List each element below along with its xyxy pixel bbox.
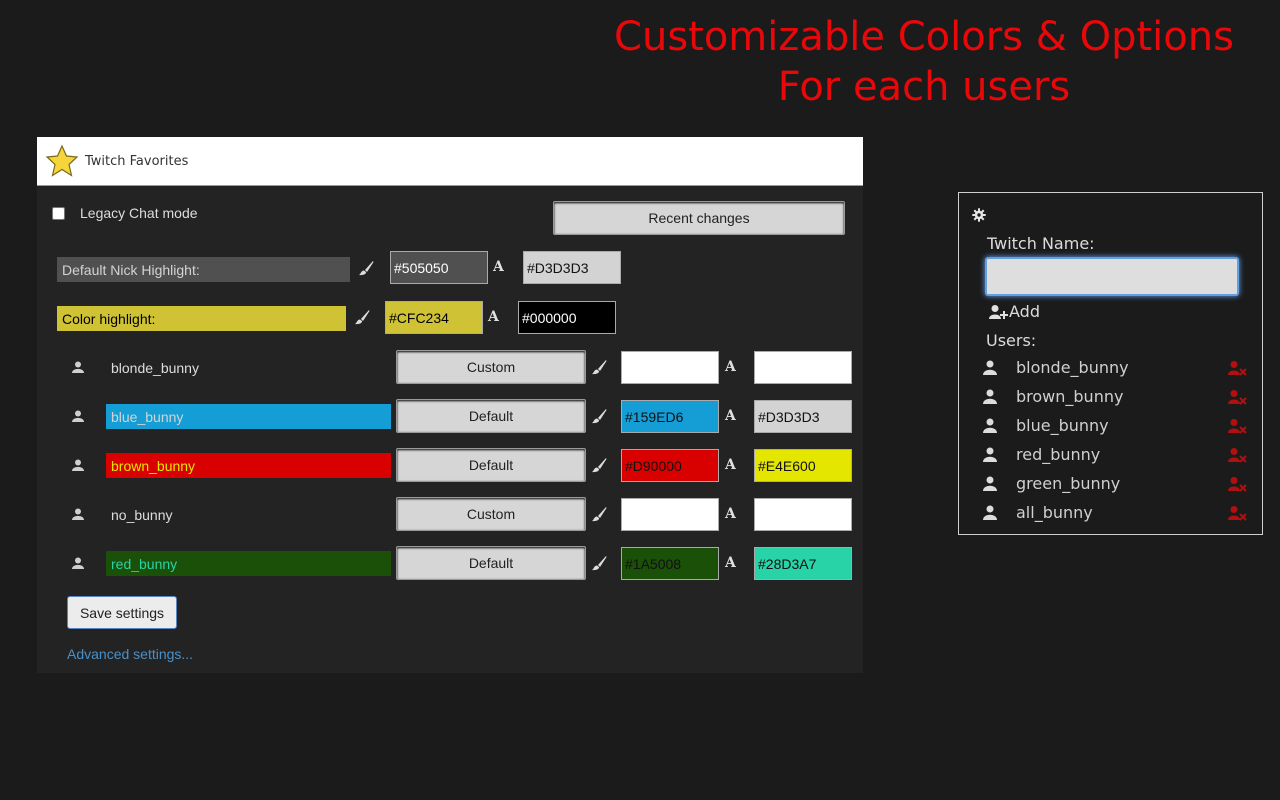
remove-user-icon[interactable]	[1228, 505, 1248, 521]
user-icon	[72, 557, 84, 569]
remove-user-icon[interactable]	[1228, 389, 1248, 405]
default-nick-fg-color-input[interactable]: #D3D3D3	[523, 251, 621, 284]
remove-user-icon[interactable]	[1228, 476, 1248, 492]
user-nick-preview: blue_bunny	[106, 404, 391, 429]
advanced-settings-link[interactable]: Advanced settings...	[67, 646, 193, 662]
user-color-mode-button[interactable]: Default	[396, 546, 586, 580]
font-color-icon: A	[493, 259, 504, 275]
user-icon	[983, 505, 997, 520]
font-color-icon: A	[725, 457, 736, 473]
legacy-chat-option: Legacy Chat mode	[52, 205, 198, 221]
user-fg-color-input[interactable]	[754, 498, 852, 531]
user-color-mode-button[interactable]: Custom	[396, 497, 586, 531]
users-label: Users:	[986, 331, 1037, 350]
brush-icon[interactable]	[591, 359, 607, 375]
user-bg-color-input[interactable]: #D90000	[621, 449, 719, 482]
user-nick-preview: no_bunny	[111, 506, 173, 523]
font-color-icon: A	[725, 408, 736, 424]
popup-user-name: blonde_bunny	[1016, 358, 1129, 377]
user-icon	[72, 410, 84, 422]
user-icon	[983, 476, 997, 491]
user-bg-color-input[interactable]	[621, 498, 719, 531]
color-highlight-fg-input[interactable]: #000000	[518, 301, 616, 334]
user-icon	[72, 459, 84, 471]
popup-user-item: red_bunny	[983, 445, 1248, 464]
legacy-chat-label: Legacy Chat mode	[80, 205, 198, 221]
popup-user-item: green_bunny	[983, 474, 1248, 493]
user-icon	[72, 361, 84, 373]
add-user-icon	[989, 304, 1008, 319]
user-icon	[983, 389, 997, 404]
promo-headline: Customizable Colors & Options For each u…	[590, 12, 1258, 112]
user-nick-preview: brown_bunny	[106, 453, 391, 478]
default-nick-bg-color-input[interactable]: #505050	[390, 251, 488, 284]
popup-user-name: green_bunny	[1016, 474, 1121, 493]
brush-icon[interactable]	[591, 555, 607, 571]
recent-changes-button[interactable]: Recent changes	[553, 201, 845, 235]
brush-icon[interactable]	[591, 457, 607, 473]
promo-line-2: For each users	[777, 64, 1071, 110]
gear-icon[interactable]	[972, 208, 986, 222]
font-color-icon: A	[488, 309, 499, 325]
user-fg-color-input[interactable]: #E4E600	[754, 449, 852, 482]
user-icon	[983, 418, 997, 433]
user-fg-color-input[interactable]: #28D3A7	[754, 547, 852, 580]
remove-user-icon[interactable]	[1228, 360, 1248, 376]
star-icon	[45, 144, 79, 177]
add-user-popup: Twitch Name: Add Users: blonde_bunnybrow…	[958, 192, 1263, 535]
user-color-mode-button[interactable]: Default	[396, 399, 586, 433]
promo-line-1: Customizable Colors & Options	[614, 14, 1234, 60]
color-highlight-label: Color highlight:	[57, 306, 346, 331]
save-settings-button[interactable]: Save settings	[67, 596, 177, 629]
user-fg-color-input[interactable]	[754, 351, 852, 384]
user-icon	[983, 447, 997, 462]
user-bg-color-input[interactable]	[621, 351, 719, 384]
color-highlight-bg-input[interactable]: #CFC234	[385, 301, 483, 334]
font-color-icon: A	[725, 555, 736, 571]
user-nick-preview: blonde_bunny	[111, 359, 199, 376]
user-color-mode-button[interactable]: Custom	[396, 350, 586, 384]
twitch-name-input[interactable]	[985, 257, 1239, 296]
popup-user-name: brown_bunny	[1016, 387, 1124, 406]
user-color-mode-button[interactable]: Default	[396, 448, 586, 482]
font-color-icon: A	[725, 506, 736, 522]
user-nick-preview: red_bunny	[106, 551, 391, 576]
brush-icon[interactable]	[591, 408, 607, 424]
twitch-name-label: Twitch Name:	[987, 234, 1095, 253]
popup-user-item: brown_bunny	[983, 387, 1248, 406]
user-icon	[983, 360, 997, 375]
brush-icon[interactable]	[591, 506, 607, 522]
popup-user-name: all_bunny	[1016, 503, 1093, 522]
remove-user-icon[interactable]	[1228, 418, 1248, 434]
font-color-icon: A	[725, 359, 736, 375]
options-panel: Twitch Favorites Legacy Chat mode Recent…	[37, 137, 863, 673]
popup-user-item: blonde_bunny	[983, 358, 1248, 377]
popup-user-item: blue_bunny	[983, 416, 1248, 435]
user-fg-color-input[interactable]: #D3D3D3	[754, 400, 852, 433]
legacy-chat-checkbox[interactable]	[52, 206, 65, 220]
panel-title: Twitch Favorites	[85, 153, 189, 169]
popup-user-item: all_bunny	[983, 503, 1248, 522]
user-bg-color-input[interactable]: #1A5008	[621, 547, 719, 580]
user-bg-color-input[interactable]: #159ED6	[621, 400, 719, 433]
panel-header: Twitch Favorites	[37, 137, 863, 186]
popup-user-name: red_bunny	[1016, 445, 1101, 464]
remove-user-icon[interactable]	[1228, 447, 1248, 463]
user-icon	[72, 508, 84, 520]
default-nick-highlight-label: Default Nick Highlight:	[57, 257, 350, 282]
add-user-label: Add	[1009, 302, 1040, 321]
popup-user-name: blue_bunny	[1016, 416, 1109, 435]
add-user-button[interactable]: Add	[989, 302, 1040, 321]
brush-icon[interactable]	[354, 309, 370, 325]
brush-icon[interactable]	[358, 260, 374, 276]
